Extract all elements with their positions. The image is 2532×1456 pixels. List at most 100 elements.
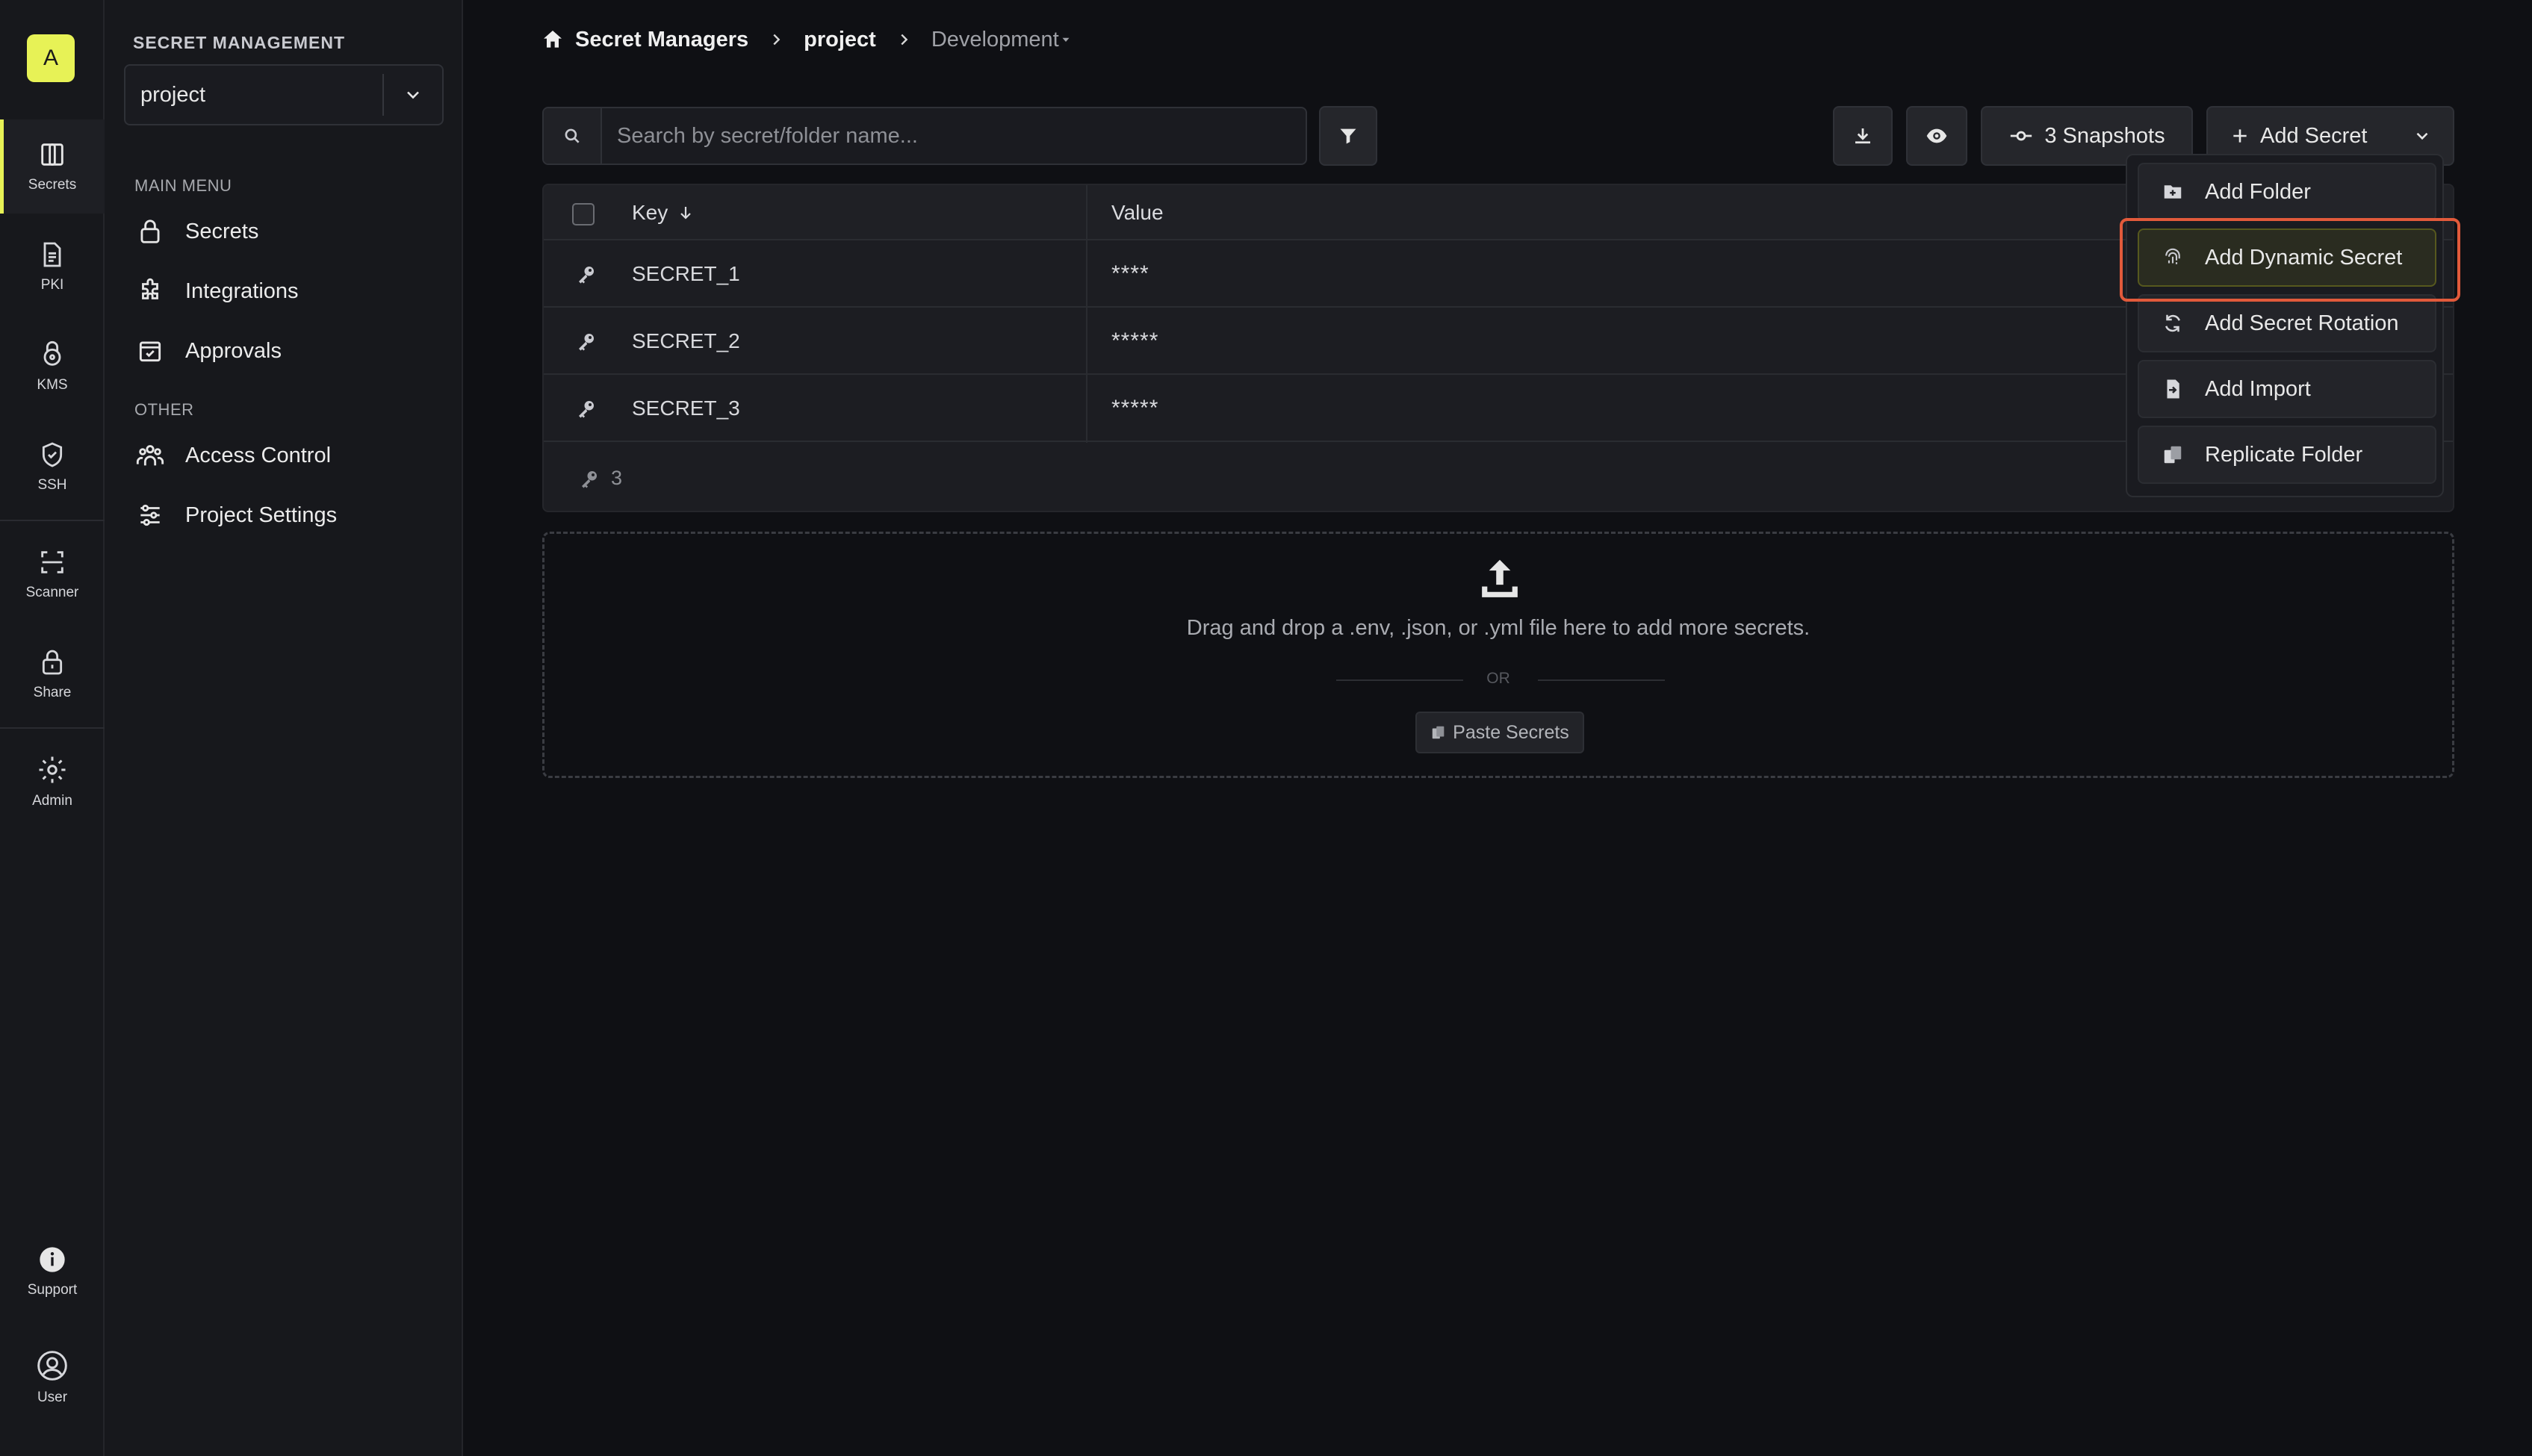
plus-icon	[2230, 126, 2250, 146]
lock-icon	[37, 647, 67, 677]
menu-item-label: Add Secret Rotation	[2205, 311, 2399, 335]
clipboard-icon	[1430, 724, 1453, 741]
lock-badge-icon	[37, 340, 67, 370]
rail-item-kms[interactable]: KMS	[0, 320, 105, 414]
document-icon	[37, 240, 67, 270]
users-icon	[134, 440, 166, 471]
search-bar	[542, 107, 1307, 165]
puzzle-icon	[134, 276, 166, 307]
shield-check-icon	[37, 440, 67, 470]
rail-label: KMS	[37, 377, 68, 393]
rail-item-pki[interactable]: PKI	[0, 220, 105, 314]
sidebar-heading: SECRET MANAGEMENT	[133, 33, 346, 52]
add-secret-dropdown: Add Folder Add Dynamic Secret Add Secret…	[2126, 154, 2444, 497]
environment-selector[interactable]: Development	[931, 28, 1073, 52]
key-column-header[interactable]: Key	[632, 185, 695, 240]
breadcrumb: Secret Managers project Development	[541, 22, 1073, 57]
rail-item-user[interactable]: User	[0, 1331, 105, 1425]
rail-label: Scanner	[25, 585, 79, 600]
rail-divider	[0, 727, 105, 729]
calendar-check-icon	[134, 335, 166, 367]
rail-label: Support	[27, 1282, 78, 1298]
rail-label: SSH	[37, 477, 67, 493]
reveal-values-button[interactable]	[1906, 106, 1967, 166]
sidebar-item-label: Access Control	[185, 443, 332, 467]
search-input[interactable]	[602, 110, 1306, 162]
project-select[interactable]: project	[124, 64, 444, 125]
rail-item-ssh[interactable]: SSH	[0, 420, 105, 514]
select-all-checkbox[interactable]	[572, 203, 595, 225]
filter-button[interactable]	[1319, 106, 1377, 166]
menu-item-add-dynamic-secret[interactable]: Add Dynamic Secret	[2138, 228, 2436, 287]
caret-down-icon	[1059, 33, 1073, 46]
org-avatar[interactable]: A	[27, 34, 75, 82]
chevron-right-icon	[768, 31, 784, 48]
rail-divider	[0, 520, 105, 521]
file-import-icon	[2160, 378, 2185, 400]
rail-label: Secrets	[28, 177, 77, 193]
chevron-down-icon[interactable]	[382, 74, 442, 116]
key-icon	[575, 263, 598, 285]
rail-item-support[interactable]: Support	[0, 1225, 105, 1319]
rail-item-admin[interactable]: Admin	[0, 735, 105, 829]
breadcrumb-root[interactable]: Secret Managers	[541, 28, 748, 52]
eye-icon	[1925, 124, 1949, 148]
menu-item-replicate-folder[interactable]: Replicate Folder	[2138, 426, 2436, 484]
sidebar-item-integrations[interactable]: Integrations	[134, 270, 441, 312]
secret-count: 3	[611, 467, 623, 489]
rail-label: PKI	[40, 277, 64, 293]
user-circle-icon	[36, 1349, 69, 1382]
breadcrumb-project[interactable]: project	[804, 28, 876, 52]
fingerprint-icon	[2160, 246, 2185, 269]
chevron-down-icon	[2412, 126, 2432, 146]
sidebar-item-access-control[interactable]: Access Control	[134, 435, 441, 476]
download-button[interactable]	[1833, 106, 1893, 166]
rail-label: Admin	[32, 793, 72, 809]
home-icon	[541, 28, 575, 52]
menu-item-label: Add Dynamic Secret	[2205, 245, 2403, 270]
info-icon	[37, 1245, 67, 1275]
rail-item-secrets[interactable]: Secrets	[0, 119, 105, 214]
drop-zone-text: Drag and drop a .env, .json, or .yml fil…	[1186, 616, 1810, 640]
menu-item-label: Add Folder	[2205, 179, 2311, 204]
secret-key: SECRET_2	[632, 329, 740, 352]
sidebar-item-secrets[interactable]: Secrets	[134, 211, 441, 252]
secret-key: SECRET_1	[632, 262, 740, 285]
arrow-down-icon	[677, 204, 695, 222]
add-secret-label: Add Secret	[2260, 123, 2368, 148]
sidebar: SECRET MANAGEMENT project MAIN MENU Secr…	[105, 0, 463, 1456]
secret-value[interactable]: *****	[1111, 375, 1158, 442]
project-select-value: project	[140, 82, 206, 107]
or-separator: OR	[1486, 670, 1510, 687]
chevron-right-icon	[896, 31, 912, 48]
key-icon	[575, 397, 598, 420]
rail-label: User	[37, 1390, 68, 1405]
folder-plus-icon	[2160, 181, 2185, 203]
menu-item-add-secret-rotation[interactable]: Add Secret Rotation	[2138, 294, 2436, 352]
main-menu-label: MAIN MENU	[134, 176, 232, 195]
rail-item-share[interactable]: Share	[0, 627, 105, 721]
secret-value[interactable]: *****	[1111, 308, 1158, 375]
secrets-icon	[37, 140, 67, 169]
scan-icon	[37, 547, 67, 577]
breadcrumb-root-label: Secret Managers	[575, 27, 749, 52]
key-icon	[578, 467, 611, 490]
menu-item-add-folder[interactable]: Add Folder	[2138, 163, 2436, 221]
search-icon	[544, 108, 602, 164]
copy-icon	[2160, 444, 2185, 466]
divider-line	[1538, 679, 1665, 681]
sidebar-item-project-settings[interactable]: Project Settings	[134, 494, 441, 536]
rail-label: Share	[33, 685, 72, 700]
key-icon	[575, 330, 598, 352]
other-menu-label: OTHER	[134, 400, 194, 419]
filter-icon	[1338, 125, 1359, 146]
paste-secrets-button[interactable]: Paste Secrets	[1415, 712, 1584, 753]
menu-item-label: Replicate Folder	[2205, 442, 2363, 467]
file-drop-zone[interactable]: Drag and drop a .env, .json, or .yml fil…	[542, 532, 2454, 778]
upload-icon	[1478, 556, 1521, 603]
rail-item-scanner[interactable]: Scanner	[0, 527, 105, 621]
sidebar-item-approvals[interactable]: Approvals	[134, 330, 441, 372]
value-column-header: Value	[1111, 201, 1164, 224]
menu-item-add-import[interactable]: Add Import	[2138, 360, 2436, 418]
secret-value[interactable]: ****	[1111, 240, 1149, 308]
